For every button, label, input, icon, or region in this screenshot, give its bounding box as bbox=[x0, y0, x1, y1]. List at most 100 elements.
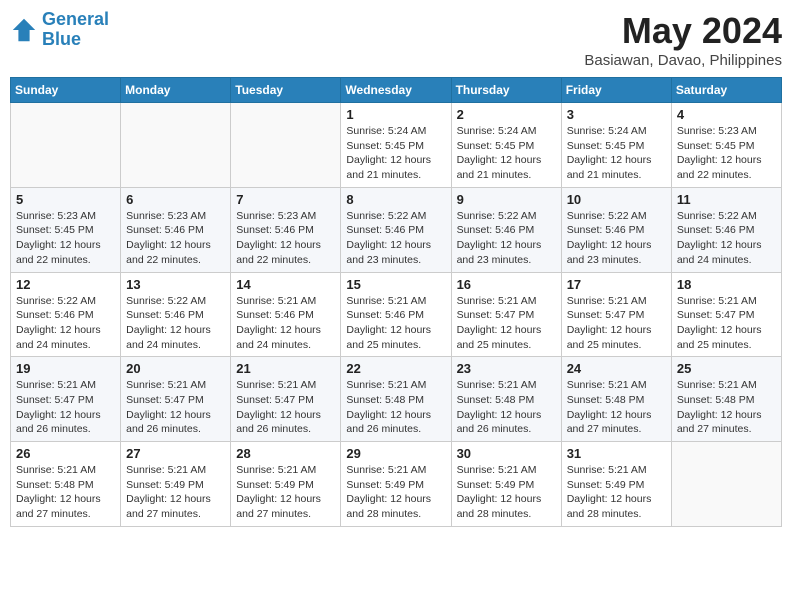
day-info: Sunrise: 5:21 AM Sunset: 5:47 PM Dayligh… bbox=[457, 294, 556, 353]
calendar-cell: 1Sunrise: 5:24 AM Sunset: 5:45 PM Daylig… bbox=[341, 103, 451, 188]
calendar-week-4: 19 Sunrise: 5:21 AM Sunset: 5:47 PM Dayli… bbox=[11, 357, 782, 442]
weekday-header-row: SundayMondayTuesdayWednesdayThursdayFrid… bbox=[11, 78, 782, 103]
calendar-cell: 8 Sunrise: 5:22 AM Sunset: 5:46 PM Daylig… bbox=[341, 187, 451, 272]
calendar-cell bbox=[121, 103, 231, 188]
calendar-cell: 23Sunrise: 5:21 AM Sunset: 5:48 PM Dayli… bbox=[451, 357, 561, 442]
calendar-cell: 30 Sunrise: 5:21 AM Sunset: 5:49 PM Dayli… bbox=[451, 442, 561, 527]
day-info: Sunrise: 5:22 AM Sunset: 5:46 PM Dayligh… bbox=[567, 209, 666, 268]
day-number: 20 bbox=[126, 361, 225, 376]
weekday-header-wednesday: Wednesday bbox=[341, 78, 451, 103]
calendar-week-5: 26 Sunrise: 5:21 AM Sunset: 5:48 PM Dayli… bbox=[11, 442, 782, 527]
calendar-table: SundayMondayTuesdayWednesdayThursdayFrid… bbox=[10, 77, 782, 527]
calendar-cell: 14Sunrise: 5:21 AM Sunset: 5:46 PM Dayli… bbox=[231, 272, 341, 357]
day-info: Sunrise: 5:22 AM Sunset: 5:46 PM Dayligh… bbox=[677, 209, 776, 268]
calendar-cell: 21 Sunrise: 5:21 AM Sunset: 5:47 PM Dayli… bbox=[231, 357, 341, 442]
calendar-cell: 11 Sunrise: 5:22 AM Sunset: 5:46 PM Dayli… bbox=[671, 187, 781, 272]
calendar-cell bbox=[231, 103, 341, 188]
day-info: Sunrise: 5:23 AM Sunset: 5:46 PM Dayligh… bbox=[236, 209, 335, 268]
weekday-header-thursday: Thursday bbox=[451, 78, 561, 103]
day-number: 3 bbox=[567, 107, 666, 122]
calendar-cell: 7Sunrise: 5:23 AM Sunset: 5:46 PM Daylig… bbox=[231, 187, 341, 272]
day-number: 23 bbox=[457, 361, 556, 376]
day-number: 22 bbox=[346, 361, 445, 376]
day-info: Sunrise: 5:21 AM Sunset: 5:48 PM Dayligh… bbox=[346, 378, 445, 437]
calendar-cell: 13Sunrise: 5:22 AM Sunset: 5:46 PM Dayli… bbox=[121, 272, 231, 357]
weekday-header-monday: Monday bbox=[121, 78, 231, 103]
day-number: 26 bbox=[16, 446, 115, 461]
day-info: Sunrise: 5:22 AM Sunset: 5:46 PM Dayligh… bbox=[457, 209, 556, 268]
location: Basiawan, Davao, Philippines bbox=[584, 52, 782, 69]
day-info: Sunrise: 5:21 AM Sunset: 5:46 PM Dayligh… bbox=[346, 294, 445, 353]
calendar-cell: 12 Sunrise: 5:22 AM Sunset: 5:46 PM Dayli… bbox=[11, 272, 121, 357]
day-number: 19 bbox=[16, 361, 115, 376]
calendar-cell: 6Sunrise: 5:23 AM Sunset: 5:46 PM Daylig… bbox=[121, 187, 231, 272]
day-number: 10 bbox=[567, 192, 666, 207]
day-info: Sunrise: 5:21 AM Sunset: 5:48 PM Dayligh… bbox=[677, 378, 776, 437]
calendar-cell: 16 Sunrise: 5:21 AM Sunset: 5:47 PM Dayli… bbox=[451, 272, 561, 357]
day-number: 18 bbox=[677, 277, 776, 292]
calendar-cell: 24 Sunrise: 5:21 AM Sunset: 5:48 PM Dayli… bbox=[561, 357, 671, 442]
calendar-week-2: 5Sunrise: 5:23 AM Sunset: 5:45 PM Daylig… bbox=[11, 187, 782, 272]
day-number: 29 bbox=[346, 446, 445, 461]
day-number: 24 bbox=[567, 361, 666, 376]
day-number: 25 bbox=[677, 361, 776, 376]
day-info: Sunrise: 5:21 AM Sunset: 5:47 PM Dayligh… bbox=[126, 378, 225, 437]
logo: General Blue bbox=[10, 10, 109, 50]
day-number: 12 bbox=[16, 277, 115, 292]
calendar-cell: 22 Sunrise: 5:21 AM Sunset: 5:48 PM Dayli… bbox=[341, 357, 451, 442]
day-number: 1 bbox=[346, 107, 445, 122]
day-info: Sunrise: 5:22 AM Sunset: 5:46 PM Dayligh… bbox=[16, 294, 115, 353]
calendar-cell: 3 Sunrise: 5:24 AM Sunset: 5:45 PM Daylig… bbox=[561, 103, 671, 188]
day-info: Sunrise: 5:22 AM Sunset: 5:46 PM Dayligh… bbox=[346, 209, 445, 268]
day-number: 6 bbox=[126, 192, 225, 207]
day-number: 11 bbox=[677, 192, 776, 207]
day-info: Sunrise: 5:21 AM Sunset: 5:47 PM Dayligh… bbox=[677, 294, 776, 353]
day-number: 5 bbox=[16, 192, 115, 207]
day-number: 15 bbox=[346, 277, 445, 292]
day-info: Sunrise: 5:23 AM Sunset: 5:45 PM Dayligh… bbox=[677, 124, 776, 183]
day-number: 14 bbox=[236, 277, 335, 292]
day-number: 31 bbox=[567, 446, 666, 461]
day-number: 2 bbox=[457, 107, 556, 122]
day-info: Sunrise: 5:21 AM Sunset: 5:48 PM Dayligh… bbox=[567, 378, 666, 437]
day-info: Sunrise: 5:21 AM Sunset: 5:49 PM Dayligh… bbox=[567, 463, 666, 522]
page-header: General Blue May 2024 Basiawan, Davao, P… bbox=[10, 10, 782, 69]
day-number: 28 bbox=[236, 446, 335, 461]
calendar-cell: 31 Sunrise: 5:21 AM Sunset: 5:49 PM Dayli… bbox=[561, 442, 671, 527]
calendar-cell: 17Sunrise: 5:21 AM Sunset: 5:47 PM Dayli… bbox=[561, 272, 671, 357]
day-info: Sunrise: 5:21 AM Sunset: 5:49 PM Dayligh… bbox=[236, 463, 335, 522]
day-number: 8 bbox=[346, 192, 445, 207]
calendar-cell: 5Sunrise: 5:23 AM Sunset: 5:45 PM Daylig… bbox=[11, 187, 121, 272]
day-number: 21 bbox=[236, 361, 335, 376]
day-number: 16 bbox=[457, 277, 556, 292]
calendar-cell: 25 Sunrise: 5:21 AM Sunset: 5:48 PM Dayli… bbox=[671, 357, 781, 442]
weekday-header-saturday: Saturday bbox=[671, 78, 781, 103]
calendar-cell: 19 Sunrise: 5:21 AM Sunset: 5:47 PM Dayli… bbox=[11, 357, 121, 442]
calendar-cell: 4Sunrise: 5:23 AM Sunset: 5:45 PM Daylig… bbox=[671, 103, 781, 188]
calendar-cell: 26 Sunrise: 5:21 AM Sunset: 5:48 PM Dayli… bbox=[11, 442, 121, 527]
calendar-cell bbox=[11, 103, 121, 188]
day-number: 30 bbox=[457, 446, 556, 461]
day-info: Sunrise: 5:21 AM Sunset: 5:49 PM Dayligh… bbox=[126, 463, 225, 522]
day-info: Sunrise: 5:24 AM Sunset: 5:45 PM Dayligh… bbox=[567, 124, 666, 183]
calendar-cell: 9Sunrise: 5:22 AM Sunset: 5:46 PM Daylig… bbox=[451, 187, 561, 272]
day-info: Sunrise: 5:21 AM Sunset: 5:47 PM Dayligh… bbox=[236, 378, 335, 437]
calendar-cell: 28 Sunrise: 5:21 AM Sunset: 5:49 PM Dayli… bbox=[231, 442, 341, 527]
logo-general: General bbox=[42, 9, 109, 29]
title-section: May 2024 Basiawan, Davao, Philippines bbox=[584, 10, 782, 69]
weekday-header-friday: Friday bbox=[561, 78, 671, 103]
calendar-cell: 29 Sunrise: 5:21 AM Sunset: 5:49 PM Dayli… bbox=[341, 442, 451, 527]
logo-blue: Blue bbox=[42, 30, 109, 50]
logo-text: General Blue bbox=[42, 10, 109, 50]
day-number: 17 bbox=[567, 277, 666, 292]
calendar-cell: 10 Sunrise: 5:22 AM Sunset: 5:46 PM Dayli… bbox=[561, 187, 671, 272]
day-info: Sunrise: 5:21 AM Sunset: 5:47 PM Dayligh… bbox=[16, 378, 115, 437]
day-info: Sunrise: 5:21 AM Sunset: 5:49 PM Dayligh… bbox=[346, 463, 445, 522]
day-info: Sunrise: 5:21 AM Sunset: 5:48 PM Dayligh… bbox=[16, 463, 115, 522]
calendar-cell: 15 Sunrise: 5:21 AM Sunset: 5:46 PM Dayli… bbox=[341, 272, 451, 357]
calendar-cell: 20 Sunrise: 5:21 AM Sunset: 5:47 PM Dayli… bbox=[121, 357, 231, 442]
calendar-cell: 27Sunrise: 5:21 AM Sunset: 5:49 PM Dayli… bbox=[121, 442, 231, 527]
calendar-week-1: 1 Sunrise: 5:24 AM Sunset: 5:45 PM Daylig… bbox=[11, 103, 782, 188]
day-info: Sunrise: 5:21 AM Sunset: 5:49 PM Dayligh… bbox=[457, 463, 556, 522]
month-title: May 2024 bbox=[584, 10, 782, 52]
